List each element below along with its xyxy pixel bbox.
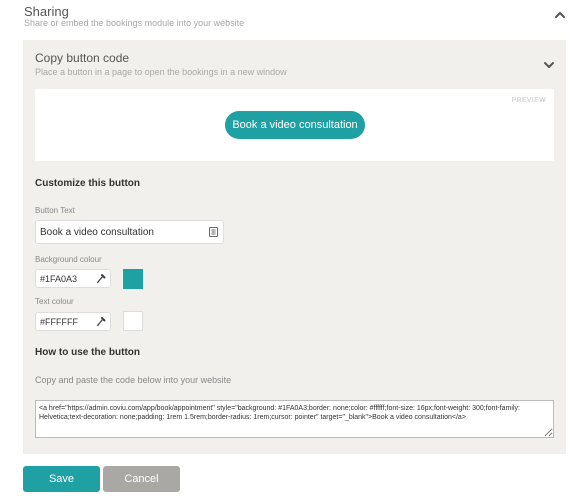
- sharing-header[interactable]: Sharing Share or embed the bookings modu…: [22, 0, 583, 34]
- cancel-button[interactable]: Cancel: [103, 466, 180, 492]
- sharing-subtitle: Share or embed the bookings module into …: [24, 18, 245, 28]
- copy-button-code-title: Copy button code: [35, 51, 130, 65]
- button-text-input[interactable]: [36, 221, 201, 243]
- background-colour-field-wrapper: [35, 269, 111, 288]
- chevron-up-icon[interactable]: [553, 8, 567, 22]
- text-colour-swatch[interactable]: [123, 311, 143, 331]
- text-colour-label: Text colour: [35, 297, 74, 306]
- button-text-field-wrapper: [35, 220, 224, 244]
- save-button[interactable]: Save: [23, 466, 100, 492]
- copy-button-code-panel: Copy button code Place a button in a pag…: [23, 40, 566, 454]
- background-colour-input[interactable]: [36, 270, 96, 287]
- copy-button-code-subtitle: Place a button in a page to open the boo…: [35, 67, 287, 77]
- customize-heading: Customize this button: [35, 178, 140, 189]
- sharing-title: Sharing: [24, 4, 69, 19]
- text-colour-field-wrapper: [35, 312, 111, 331]
- embed-code-textarea[interactable]: <a href="https://admin.coviu.com/app/boo…: [35, 400, 554, 438]
- background-colour-swatch[interactable]: [123, 269, 143, 289]
- eyedropper-icon[interactable]: [96, 273, 106, 284]
- list-icon: [209, 227, 218, 237]
- background-colour-label: Background colour: [35, 255, 102, 264]
- text-colour-input[interactable]: [36, 313, 96, 330]
- preview-box: PREVIEW Book a video consultation: [35, 89, 554, 161]
- preview-label: PREVIEW: [511, 97, 546, 104]
- how-to-use-heading: How to use the button: [35, 347, 140, 358]
- how-to-use-instruction: Copy and paste the code below into your …: [35, 375, 232, 385]
- chevron-down-icon[interactable]: [542, 58, 556, 72]
- button-text-label: Button Text: [35, 206, 75, 215]
- eyedropper-icon[interactable]: [96, 316, 106, 327]
- preview-book-button[interactable]: Book a video consultation: [225, 111, 365, 139]
